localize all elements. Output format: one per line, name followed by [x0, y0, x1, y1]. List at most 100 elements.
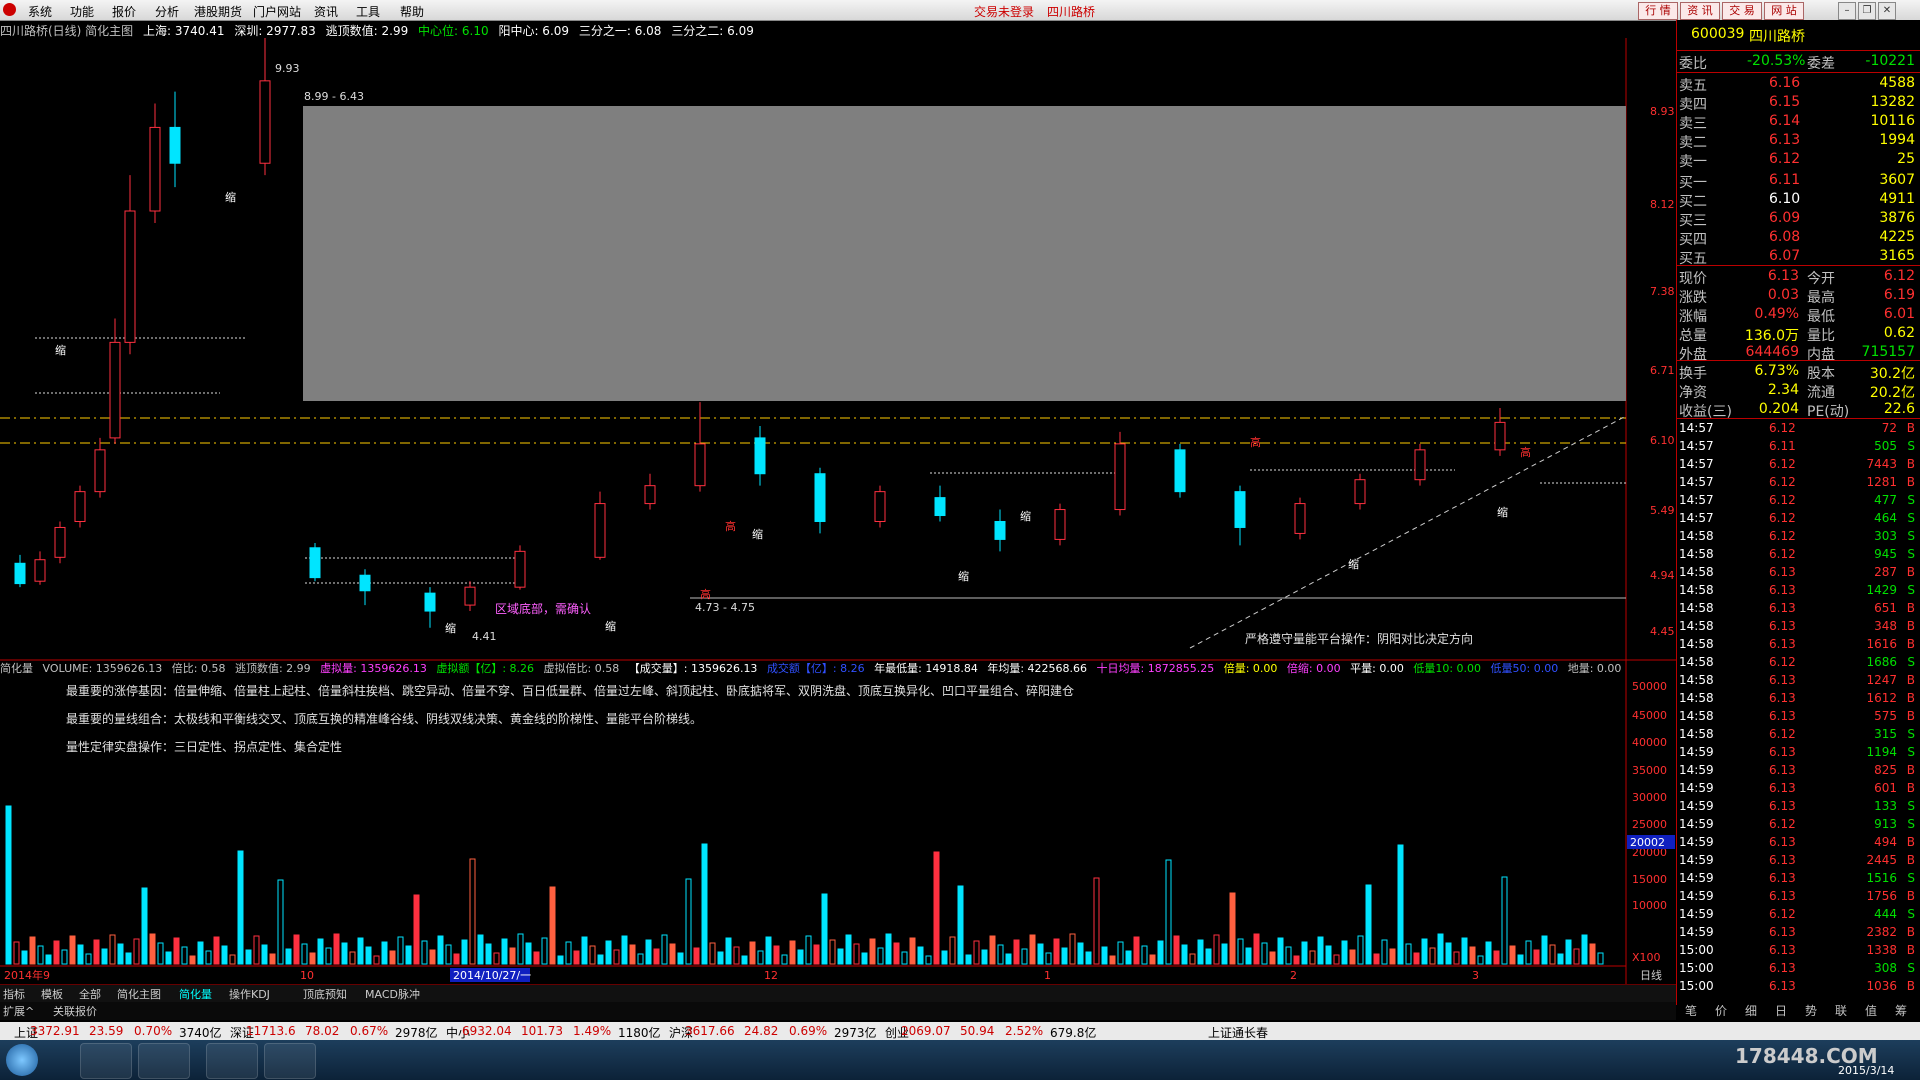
price-axis: 8.93 8.12 7.38 6.71 6.10 5.49 4.94 4.45 — [1650, 105, 1675, 638]
candle-body — [309, 547, 321, 579]
panel-tab[interactable]: 笔 — [1685, 1002, 1697, 1019]
tick-volume: 1756 — [1866, 889, 1897, 903]
menu-item-quote[interactable]: 报价 — [112, 3, 136, 20]
tick-volume: 477 — [1874, 493, 1897, 507]
panel-tab[interactable]: 联 — [1835, 1002, 1847, 1019]
volume-bar — [349, 951, 356, 965]
indicator-tab[interactable]: 简化主图 — [117, 986, 161, 1002]
start-icon[interactable] — [6, 1044, 38, 1076]
volume-bar — [1133, 936, 1140, 965]
ie-icon[interactable] — [80, 1043, 132, 1079]
tick-volume: 1686 — [1866, 655, 1897, 669]
price-tick: 4.94 — [1650, 569, 1675, 582]
tick-price: 6.13 — [1769, 691, 1796, 705]
volume-bar — [1365, 884, 1372, 965]
tick-time: 14:59 — [1679, 781, 1714, 795]
volume-bar — [325, 947, 332, 965]
tick-time: 14:57 — [1679, 421, 1714, 435]
panel-tab[interactable]: 值 — [1865, 1002, 1877, 1019]
volume-bar — [365, 946, 372, 965]
indicator-tab[interactable]: 指标 — [3, 986, 25, 1002]
menu-item-function[interactable]: 功能 — [70, 3, 94, 20]
panel-tab[interactable]: 价 — [1715, 1002, 1727, 1019]
sell-price: 6.13 — [1769, 132, 1801, 148]
tick-time: 14:59 — [1679, 871, 1714, 885]
menu-item-hk-futures[interactable]: 港股期货 — [194, 3, 242, 20]
close-icon[interactable]: ✕ — [1878, 2, 1896, 20]
tick-volume: 1036 — [1866, 979, 1897, 993]
menu-item-portal[interactable]: 门户网站 — [253, 3, 301, 20]
volume-bar — [149, 933, 156, 965]
candle-body — [124, 210, 136, 343]
candle-body — [169, 126, 181, 164]
panel-tab[interactable]: 日 — [1775, 1002, 1787, 1019]
info-button[interactable]: 资 讯 — [1680, 2, 1720, 20]
tick-direction: B — [1906, 943, 1915, 957]
menu-item-tools[interactable]: 工具 — [356, 3, 380, 20]
volume-bar — [77, 944, 84, 965]
panel-tab[interactable]: 细 — [1745, 1002, 1757, 1019]
restore-icon[interactable]: ❐ — [1858, 2, 1876, 20]
kline-chart[interactable]: 8.93 8.12 7.38 6.71 6.10 5.49 4.94 4.45 … — [0, 38, 1676, 984]
ticker-field: 0.70% — [134, 1024, 173, 1038]
volume-bar — [669, 943, 676, 965]
tick-price: 6.12 — [1769, 817, 1796, 831]
indicator-tab[interactable]: 模板 — [41, 986, 63, 1002]
tick-volume: 1194 — [1866, 745, 1897, 759]
sell-price: 6.14 — [1769, 113, 1801, 129]
extension-tab[interactable]: 扩展^ — [3, 1003, 34, 1019]
ticker-field: 24.82 — [744, 1024, 779, 1038]
tick-time: 14:59 — [1679, 925, 1714, 939]
ticker-news[interactable]: 上证通长春 — [1208, 1024, 1268, 1041]
volume-bar — [709, 942, 716, 965]
indicator-tab[interactable]: 简化量 — [179, 986, 212, 1002]
price-tick: 8.12 — [1650, 198, 1675, 211]
volume-bar — [549, 886, 556, 965]
volume-bar — [1333, 954, 1340, 965]
shrink-mark: 缩 — [1497, 506, 1508, 519]
date-tick: 3 — [1472, 969, 1479, 982]
panel-tab[interactable]: 势 — [1805, 1002, 1817, 1019]
tick-row: 14:57 6.12 72 B — [1679, 421, 1919, 439]
browser-icon[interactable] — [138, 1043, 190, 1079]
menu-item-news[interactable]: 资讯 — [314, 3, 338, 20]
tool-app-icon[interactable] — [264, 1043, 316, 1079]
volume-bar — [749, 941, 756, 965]
panel-tab[interactable]: 筹 — [1895, 1002, 1907, 1019]
menu-item-system[interactable]: 系统 — [28, 3, 52, 20]
volume-bar — [1325, 945, 1332, 965]
stock-app-icon[interactable] — [206, 1043, 258, 1079]
candle-body — [34, 559, 46, 582]
website-button[interactable]: 网 站 — [1764, 2, 1804, 20]
tick-time: 14:57 — [1679, 511, 1714, 525]
sell-label: 卖五 — [1679, 78, 1707, 94]
volume-bar — [165, 951, 172, 965]
indicator-tab[interactable]: 顶底预知 — [303, 986, 347, 1002]
volume-bar — [965, 954, 972, 965]
minimize-icon[interactable]: – — [1838, 2, 1856, 20]
high-mark: 高 — [1250, 435, 1261, 449]
tick-volume: 72 — [1881, 421, 1897, 435]
vol-tick: 15000 — [1632, 873, 1667, 886]
menu-item-help[interactable]: 帮助 — [400, 3, 424, 20]
volume-bar — [1453, 951, 1460, 965]
tick-time: 14:58 — [1679, 601, 1714, 615]
indicator-tab[interactable]: 全部 — [79, 986, 101, 1002]
date-cursor: 2014/10/27/一 — [453, 969, 531, 982]
extension-tab[interactable]: 关联报价 — [53, 1003, 97, 1019]
indicator-tab[interactable]: MACD脉冲 — [365, 986, 420, 1002]
market-button[interactable]: 行 情 — [1638, 2, 1678, 20]
volume-bar — [877, 947, 884, 965]
tick-row: 14:59 6.13 2382 B — [1679, 925, 1919, 943]
quote-label: 最高 — [1807, 290, 1835, 306]
indicator-tab[interactable]: 操作KDJ — [229, 986, 270, 1002]
volume-bar — [757, 950, 764, 965]
volume-bar — [517, 933, 524, 965]
trade-button[interactable]: 交 易 — [1722, 2, 1762, 20]
tick-price: 6.12 — [1769, 727, 1796, 741]
date-tick: 2 — [1290, 969, 1297, 982]
ticker-field: 1180亿 — [618, 1026, 661, 1040]
volume-bar — [637, 953, 644, 965]
tick-price: 6.13 — [1769, 853, 1796, 867]
menu-item-analysis[interactable]: 分析 — [155, 3, 179, 20]
